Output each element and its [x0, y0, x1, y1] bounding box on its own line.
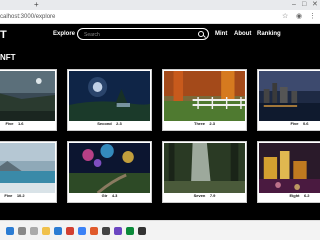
minimize-icon[interactable]: –: [292, 0, 296, 10]
edge-icon[interactable]: [54, 227, 62, 235]
terminal-icon[interactable]: [102, 227, 110, 235]
chrome-icon[interactable]: [66, 227, 74, 235]
nft-caption: Five 0.6: [290, 121, 309, 126]
nft-image: [0, 143, 55, 193]
nft-image: [259, 143, 320, 193]
address-bar[interactable]: calhost:3000/explore: [0, 12, 55, 22]
app-icon[interactable]: [90, 227, 98, 235]
search-box: [77, 28, 209, 40]
nft-card[interactable]: Three 2.3: [162, 69, 247, 131]
file-explorer-icon[interactable]: [42, 227, 50, 235]
app-icon-2[interactable]: [114, 227, 122, 235]
nft-image: [69, 143, 150, 193]
nft-caption: Seven 7.9: [193, 193, 216, 198]
nft-card[interactable]: Five 1.6: [0, 69, 57, 131]
new-tab-button[interactable]: +: [34, 0, 39, 10]
search-taskbar-icon[interactable]: [18, 227, 26, 235]
browser-toolbar: calhost:3000/explore ☆ ◉ ⋮: [0, 10, 320, 24]
nft-image: [164, 143, 245, 193]
nav-mint-link[interactable]: Mint: [215, 31, 227, 37]
nft-card[interactable]: Seven 7.9: [162, 141, 247, 203]
nav-explore-link[interactable]: Explore: [53, 31, 75, 37]
nft-caption: Five 1.6: [5, 121, 24, 126]
section-title: NFT: [0, 53, 16, 62]
search-input[interactable]: [84, 30, 194, 39]
nft-card[interactable]: Five 0.6: [257, 69, 320, 131]
page: T Explore Mint About Ranking NFT Five 1.…: [0, 24, 320, 220]
nft-card[interactable]: Gir 4.3: [67, 141, 152, 203]
browser-tab-strip: + – □ ✕: [0, 0, 320, 10]
nft-image: [259, 71, 320, 121]
app-icon-4[interactable]: [138, 227, 146, 235]
nft-image: [69, 71, 150, 121]
brand-logo[interactable]: T: [0, 29, 7, 41]
nft-caption: Five 10.2: [4, 193, 25, 198]
nft-caption: Eight 6.2: [289, 193, 310, 198]
nft-card[interactable]: Second 2.3: [67, 69, 152, 131]
vscode-icon[interactable]: [78, 227, 86, 235]
close-icon[interactable]: ✕: [312, 0, 318, 10]
menu-icon[interactable]: ⋮: [309, 12, 316, 22]
nft-caption: Gir 4.3: [101, 193, 118, 198]
nft-card[interactable]: Eight 6.2: [257, 141, 320, 203]
task-view-icon[interactable]: [30, 227, 38, 235]
app-icon-3[interactable]: [126, 227, 134, 235]
search-icon[interactable]: [198, 31, 204, 37]
nft-card[interactable]: Five 10.2: [0, 141, 57, 203]
maximize-icon[interactable]: □: [302, 0, 306, 10]
start-icon[interactable]: [6, 227, 14, 235]
nft-caption: Second 2.3: [97, 121, 122, 126]
nft-caption: Three 2.3: [194, 121, 215, 126]
nft-image: [0, 71, 55, 121]
star-icon[interactable]: ☆: [282, 12, 288, 22]
nav-ranking-link[interactable]: Ranking: [257, 31, 281, 37]
profile-icon[interactable]: ◉: [296, 12, 302, 22]
taskbar: [0, 220, 320, 240]
nav-about-link[interactable]: About: [234, 31, 251, 37]
nft-image: [164, 71, 245, 121]
